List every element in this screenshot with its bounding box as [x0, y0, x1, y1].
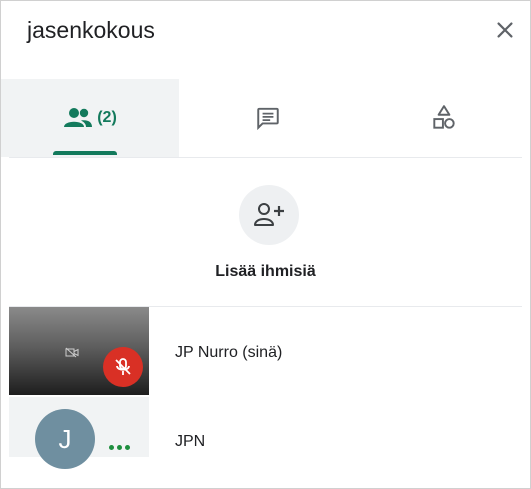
participant-row[interactable]: JP Nurro (sinä)	[1, 307, 530, 395]
video-off-icon	[65, 347, 79, 358]
participant-name: JPN	[175, 433, 206, 450]
person-add-icon	[254, 203, 284, 226]
tab-chat[interactable]	[179, 79, 356, 157]
chat-icon	[256, 107, 279, 131]
close-icon	[497, 22, 513, 38]
tab-people[interactable]: (2)	[1, 79, 179, 157]
participant-name: JP Nurro (sinä)	[175, 344, 283, 361]
video-thumbnail	[9, 307, 149, 395]
panel-tabs: (2)	[1, 79, 530, 157]
muted-badge	[103, 347, 143, 387]
speaking-dot	[125, 445, 130, 450]
side-panel: jasenkokous (2) Lisää ihmisiä JP Nurro (…	[0, 0, 531, 489]
speaking-dot	[117, 445, 122, 450]
people-icon	[64, 108, 93, 127]
close-button[interactable]	[488, 13, 522, 47]
panel-header: jasenkokous	[1, 1, 530, 63]
panel-title: jasenkokous	[27, 17, 155, 43]
mic-off-icon	[115, 358, 131, 375]
add-people-label: Lisää ihmisiä	[215, 263, 316, 280]
activities-icon	[433, 105, 455, 129]
speaking-indicator	[109, 445, 130, 450]
speaking-dot	[109, 445, 114, 450]
add-people-circle	[239, 185, 299, 245]
avatar: J	[35, 409, 95, 469]
people-count: (2)	[97, 109, 117, 126]
tab-activities[interactable]	[356, 79, 530, 157]
add-people-button[interactable]: Lisää ihmisiä	[1, 158, 530, 306]
participant-row[interactable]: J JPN	[1, 397, 530, 469]
active-tab-indicator	[53, 151, 117, 155]
